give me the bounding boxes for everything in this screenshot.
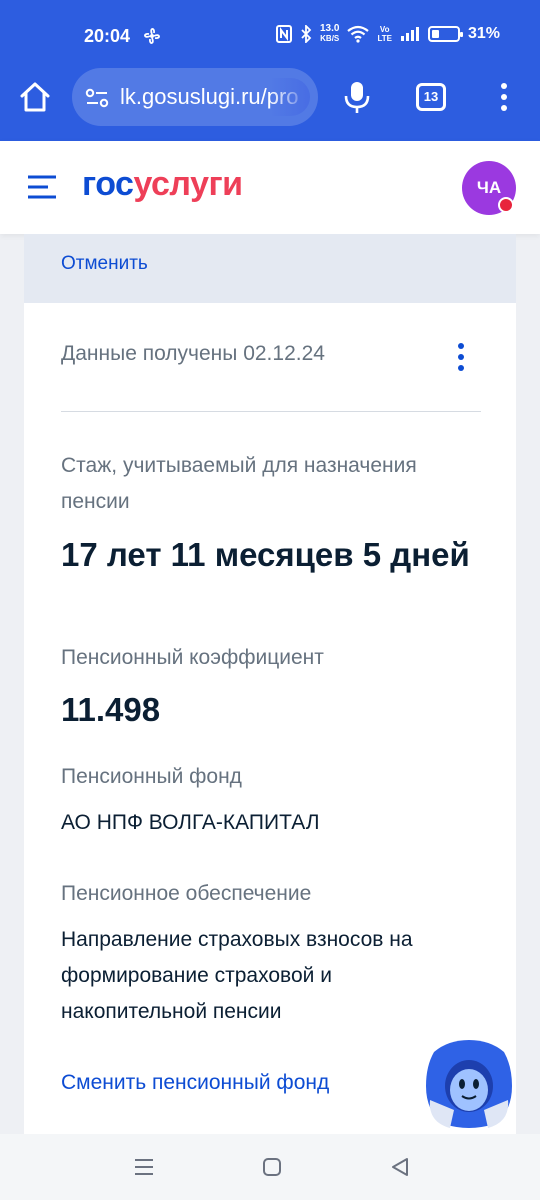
assistant-robot-icon[interactable] <box>424 1036 514 1130</box>
browser-toolbar: lk.gosuslugi.ru/pro 13 <box>0 66 540 128</box>
notification-dot <box>498 197 514 213</box>
data-received-date: Данные получены 02.12.24 <box>61 342 325 365</box>
back-nav-icon[interactable] <box>388 1156 412 1178</box>
gosuslugi-logo[interactable]: госуслуги <box>82 165 243 204</box>
provision-value: Направление страховых взносов на формиро… <box>61 928 413 1023</box>
site-settings-icon[interactable] <box>84 86 110 110</box>
fund-value: АО НПФ ВОЛГА-КАПИТАЛ <box>61 811 320 834</box>
address-bar[interactable]: lk.gosuslugi.ru/pro <box>72 68 318 126</box>
volte-bottom: LTE <box>377 33 392 43</box>
home-icon[interactable] <box>18 80 52 114</box>
battery-percent: 31% <box>467 24 500 42</box>
browser-chrome: 20:04 13.0 KB/S Vo LTE 31% lk.gosuslugi.… <box>0 0 540 141</box>
battery-icon <box>427 25 463 42</box>
change-fund-link[interactable]: Сменить пенсионный фонд <box>61 1071 329 1095</box>
status-bar: 20:04 13.0 KB/S Vo LTE 31% <box>0 0 540 72</box>
bluetooth-icon <box>301 24 312 43</box>
network-speed-value: 13.0 <box>319 23 340 34</box>
status-time: 20:04 <box>84 26 131 46</box>
tabs-counter-button[interactable]: 13 <box>416 83 446 111</box>
url-fade <box>270 78 310 116</box>
system-nav-bar <box>0 1134 540 1200</box>
coefficient-value: 11.498 <box>61 691 161 728</box>
logo-part-gos: гос <box>82 165 134 203</box>
logo-part-uslugi: услуги <box>133 165 243 203</box>
recent-apps-icon[interactable] <box>132 1156 156 1178</box>
more-options-icon[interactable] <box>454 342 468 372</box>
kebab-menu-icon[interactable] <box>494 82 514 112</box>
coefficient-label: Пенсионный коэффициент <box>61 646 324 669</box>
app-header: госуслуги ЧА <box>0 141 540 234</box>
fund-label: Пенсионный фонд <box>61 765 242 788</box>
seniority-label: Стаж, учитываемый для назначения пенсии <box>61 454 417 513</box>
volte-indicator: Vo LTE <box>377 25 392 43</box>
network-speed: 13.0 KB/S <box>319 23 340 44</box>
status-icons: 13.0 KB/S Vo LTE 31% <box>275 23 500 44</box>
network-speed-unit: KB/S <box>320 34 340 43</box>
seniority-value: 17 лет 11 месяцев 5 дней <box>61 536 470 573</box>
cancel-strip: Отменить <box>24 234 516 303</box>
nfc-icon <box>275 24 292 43</box>
divider <box>61 411 481 412</box>
signal-icon <box>400 26 419 41</box>
provision-label: Пенсионное обеспечение <box>61 882 312 905</box>
fan-icon <box>144 28 160 44</box>
wifi-icon <box>347 25 370 43</box>
menu-icon[interactable] <box>26 173 58 201</box>
mic-icon[interactable] <box>342 80 372 114</box>
cancel-link[interactable]: Отменить <box>61 253 148 275</box>
battery-fill <box>431 29 439 38</box>
volte-top: Vo <box>379 24 390 34</box>
home-nav-icon[interactable] <box>260 1156 284 1178</box>
pension-card: Отменить Данные получены 02.12.24 Стаж, … <box>24 234 516 1134</box>
